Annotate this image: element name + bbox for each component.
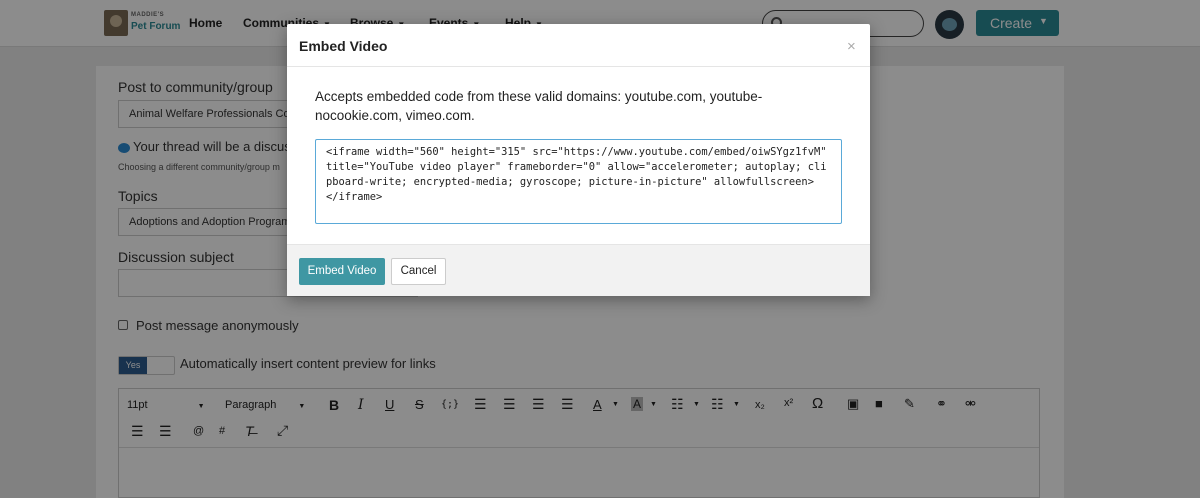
modal-header: Embed Video ×	[287, 24, 870, 67]
embed-domains-description: Accepts embedded code from these valid d…	[315, 89, 763, 123]
embed-video-dialog: Embed Video × Accepts embedded code from…	[287, 24, 870, 296]
cancel-button[interactable]: Cancel	[391, 258, 446, 285]
embed-video-button[interactable]: Embed Video	[299, 258, 385, 285]
close-icon[interactable]: ×	[847, 38, 856, 55]
embed-code-textarea[interactable]: <iframe width="560" height="315" src="ht…	[315, 139, 842, 224]
modal-footer: Embed Video Cancel	[287, 244, 870, 296]
modal-title: Embed Video	[299, 38, 388, 54]
